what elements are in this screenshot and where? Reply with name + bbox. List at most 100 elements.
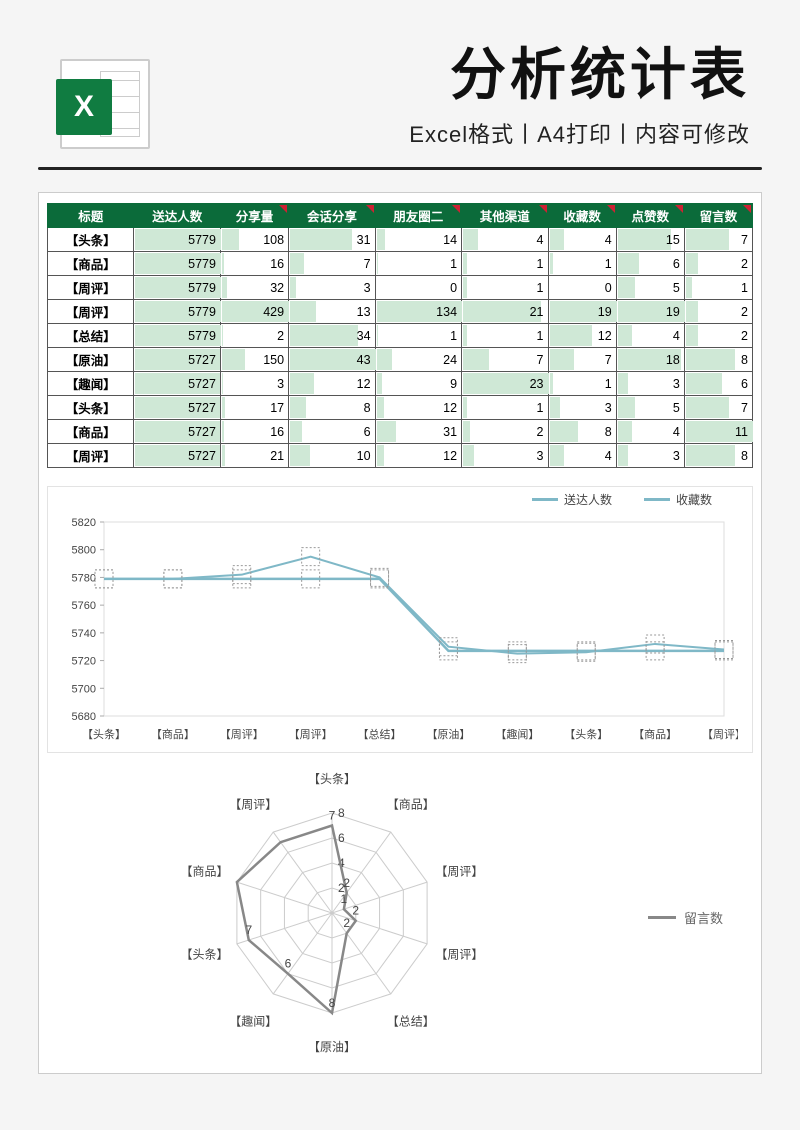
line-chart-svg: 56805700572057405760578058005820【头条】【商品】… xyxy=(48,512,738,752)
svg-text:7: 7 xyxy=(329,809,336,823)
cell: 19 xyxy=(616,300,684,324)
svg-text:5680: 5680 xyxy=(72,711,96,723)
svg-text:【周评】: 【周评】 xyxy=(220,728,264,741)
table-row: 【总结】5779234111242 xyxy=(48,324,753,348)
column-header: 会话分享 xyxy=(289,204,375,228)
cell: 5727 xyxy=(134,444,220,468)
cell: 0 xyxy=(375,276,461,300)
cell: 1 xyxy=(462,276,548,300)
cell: 134 xyxy=(375,300,461,324)
page-title: 分析统计表 xyxy=(170,30,750,111)
cell: 8 xyxy=(548,420,616,444)
svg-text:【周评】: 【周评】 xyxy=(702,728,738,741)
svg-text:【商品】: 【商品】 xyxy=(151,727,195,741)
cell: 24 xyxy=(375,348,461,372)
cell: 43 xyxy=(289,348,375,372)
cell: 23 xyxy=(462,372,548,396)
svg-text:7: 7 xyxy=(245,923,252,937)
cell: 12 xyxy=(289,372,375,396)
svg-text:5720: 5720 xyxy=(72,656,96,668)
cell: 5779 xyxy=(134,228,220,252)
svg-text:2: 2 xyxy=(343,916,350,930)
cell: 429 xyxy=(220,300,288,324)
table-row: 【商品】577916711162 xyxy=(48,252,753,276)
cell: 1 xyxy=(462,396,548,420)
cell: 1 xyxy=(375,252,461,276)
svg-text:【周评】: 【周评】 xyxy=(289,728,333,741)
radar-legend: 留言数 xyxy=(648,908,723,927)
cell: 1 xyxy=(462,252,548,276)
cell: 150 xyxy=(220,348,288,372)
column-header: 分享量 xyxy=(220,204,288,228)
cell: 5779 xyxy=(134,276,220,300)
radar-legend-label: 留言数 xyxy=(684,908,723,927)
svg-text:5780: 5780 xyxy=(72,572,96,584)
row-label: 【头条】 xyxy=(48,228,134,252)
svg-text:5740: 5740 xyxy=(72,628,96,640)
cell: 14 xyxy=(375,228,461,252)
legend-item: 送达人数 xyxy=(564,491,612,508)
row-label: 【原油】 xyxy=(48,348,134,372)
cell: 15 xyxy=(616,228,684,252)
cell: 17 xyxy=(220,396,288,420)
svg-text:【原油】: 【原油】 xyxy=(426,727,470,741)
line-chart-legend: 送达人数 收藏数 xyxy=(48,487,752,512)
cell: 4 xyxy=(616,420,684,444)
svg-text:5760: 5760 xyxy=(72,600,96,612)
cell: 31 xyxy=(375,420,461,444)
cell: 8 xyxy=(684,348,752,372)
svg-text:6: 6 xyxy=(338,831,345,845)
svg-text:【趣闻】: 【趣闻】 xyxy=(229,1013,277,1028)
svg-text:【头条】: 【头条】 xyxy=(308,772,356,786)
cell: 12 xyxy=(375,444,461,468)
cell: 2 xyxy=(462,420,548,444)
cell: 7 xyxy=(462,348,548,372)
row-label: 【商品】 xyxy=(48,252,134,276)
cell: 7 xyxy=(684,228,752,252)
row-label: 【商品】 xyxy=(48,420,134,444)
page-subtitle: Excel格式丨A4打印丨内容可修改 xyxy=(170,117,750,149)
cell: 3 xyxy=(616,372,684,396)
cell: 8 xyxy=(684,444,752,468)
cell: 2 xyxy=(684,252,752,276)
table-row: 【头条】5779108311444157 xyxy=(48,228,753,252)
svg-text:【周评】: 【周评】 xyxy=(229,798,277,812)
table-row: 【原油】5727150432477188 xyxy=(48,348,753,372)
excel-icon: X xyxy=(60,59,150,149)
cell: 16 xyxy=(220,420,288,444)
cell: 31 xyxy=(289,228,375,252)
cell: 10 xyxy=(289,444,375,468)
row-label: 【总结】 xyxy=(48,324,134,348)
table-row: 【周评】577932301051 xyxy=(48,276,753,300)
cell: 5779 xyxy=(134,252,220,276)
cell: 12 xyxy=(548,324,616,348)
row-label: 【周评】 xyxy=(48,444,134,468)
cell: 8 xyxy=(289,396,375,420)
svg-text:【周评】: 【周评】 xyxy=(435,865,483,879)
cell: 13 xyxy=(289,300,375,324)
svg-text:【头条】: 【头条】 xyxy=(564,727,608,741)
cell: 3 xyxy=(289,276,375,300)
worksheet: 标题送达人数分享量会话分享朋友圈二其他渠道收藏数点赞数留言数 【头条】57791… xyxy=(38,192,762,1074)
svg-text:【周评】: 【周评】 xyxy=(435,947,483,961)
cell: 5 xyxy=(616,396,684,420)
svg-text:2: 2 xyxy=(343,876,350,890)
table-row: 【头条】5727178121357 xyxy=(48,396,753,420)
excel-badge: X xyxy=(56,79,112,135)
cell: 0 xyxy=(548,276,616,300)
table-row: 【商品】57271663128411 xyxy=(48,420,753,444)
cell: 16 xyxy=(220,252,288,276)
cell: 3 xyxy=(616,444,684,468)
cell: 5727 xyxy=(134,348,220,372)
cell: 32 xyxy=(220,276,288,300)
cell: 7 xyxy=(289,252,375,276)
cell: 1 xyxy=(462,324,548,348)
column-header: 收藏数 xyxy=(548,204,616,228)
table-row: 【周评】57272110123438 xyxy=(48,444,753,468)
table-row: 【周评】5779429131342119192 xyxy=(48,300,753,324)
svg-text:【总结】: 【总结】 xyxy=(387,1014,435,1028)
cell: 4 xyxy=(462,228,548,252)
column-header: 标题 xyxy=(48,204,134,228)
cell: 6 xyxy=(289,420,375,444)
cell: 5727 xyxy=(134,420,220,444)
